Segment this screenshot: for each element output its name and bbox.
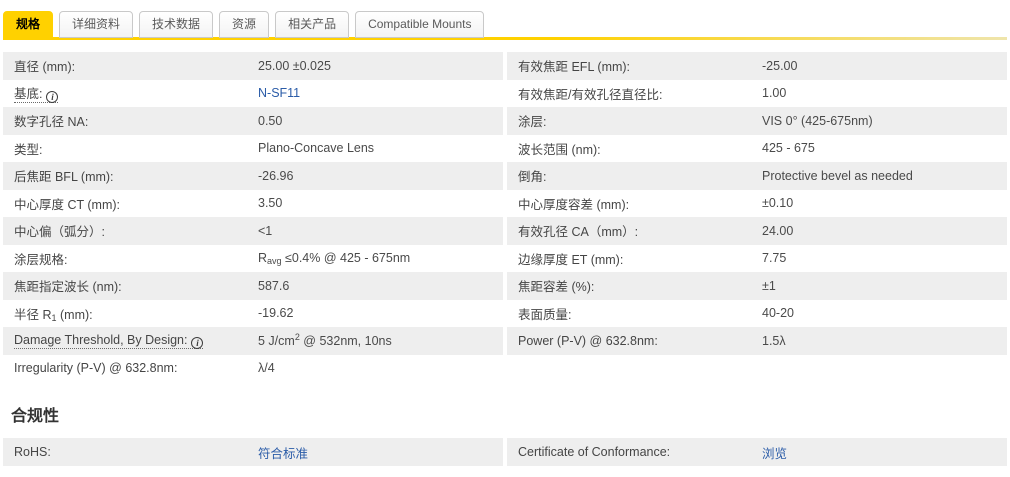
spec-value: λ/4 <box>258 361 275 376</box>
spec-value: -19.62 <box>258 306 294 321</box>
spec-label: 焦距指定波长 (nm): <box>14 280 122 295</box>
spec-label: 直径 (mm): <box>14 60 76 75</box>
spec-value: Ravg ≤0.4% @ 425 - 675nm <box>258 251 411 267</box>
spec-label: 基底: i <box>14 83 258 104</box>
info-icon[interactable]: i <box>46 91 59 104</box>
compliance-table: RoHS: 符合标准 Certificate of Conformance: 浏览 <box>3 438 1007 466</box>
spec-label: 边缘厚度 ET (mm): <box>518 252 624 267</box>
spec-row: 类型: Plano-Concave Lens 波长范围 (nm): 425 - 675 <box>3 135 1007 163</box>
spec-value: 1.00 <box>762 86 787 101</box>
spec-value: -26.96 <box>258 168 294 183</box>
spec-value: 5 J/cm2 @ 532nm, 10ns <box>258 331 392 348</box>
spec-label: 数字孔径 NA: <box>14 115 89 130</box>
spec-label: 后焦距 BFL (mm): <box>14 170 114 185</box>
spec-row: 中心厚度 CT (mm): 3.50 中心厚度容差 (mm): ±0.10 <box>3 190 1007 218</box>
tab-resources[interactable]: 资源 <box>219 11 270 38</box>
spec-value: 0.50 <box>258 113 283 128</box>
spec-row: RoHS: 符合标准 Certificate of Conformance: 浏览 <box>3 438 1007 466</box>
spec-label: 有效焦距 EFL (mm): <box>518 60 631 75</box>
spec-value-link[interactable]: N-SF11 <box>258 86 503 100</box>
spec-label: 类型: <box>14 142 43 157</box>
spec-value: VIS 0° (425-675nm) <box>762 113 873 128</box>
spec-label: Power (P-V) @ 632.8nm: <box>518 333 658 348</box>
tab-compatible-mounts[interactable]: Compatible Mounts <box>355 11 485 38</box>
spec-label: 有效孔径 CA（mm）: <box>518 225 639 240</box>
spec-label: 涂层规格: <box>14 252 68 267</box>
spec-value: 25.00 ±0.025 <box>258 58 331 73</box>
spec-label: RoHS: <box>14 445 51 459</box>
spec-row: Irregularity (P-V) @ 632.8nm: λ/4 <box>3 355 1007 383</box>
spec-label: 中心厚度 CT (mm): <box>14 197 121 212</box>
spec-row: 半径 R1 (mm): -19.62 表面质量: 40-20 <box>3 300 1007 328</box>
spec-label: 有效焦距/有效孔径直径比: <box>518 87 663 102</box>
spec-row: 涂层规格: Ravg ≤0.4% @ 425 - 675nm 边缘厚度 ET (mm… <box>3 245 1007 273</box>
spec-value: ±0.10 <box>762 196 794 211</box>
spec-row: 后焦距 BFL (mm): -26.96 倒角: Protective bevel a… <box>3 162 1007 190</box>
spec-label: 焦距容差 (%): <box>518 280 595 295</box>
spec-row: Damage Threshold, By Design: i 5 J/cm2 @ 5… <box>3 327 1007 355</box>
spec-value: 587.6 <box>258 278 290 293</box>
compliance-section-title: 合规性 <box>11 408 60 425</box>
spec-value: <1 <box>258 223 273 238</box>
tab-bar: 规格 详细资料 技术数据 资源 相关产品 Compatible Mounts <box>3 11 1007 38</box>
spec-label: 中心偏（弧分）: <box>14 225 105 240</box>
spec-row: 基底: i N-SF11 有效焦距/有效孔径直径比: 1.00 <box>3 80 1007 108</box>
spec-table: 直径 (mm): 25.00 ±0.025 有效焦距 EFL (mm): -25.00… <box>3 52 1007 382</box>
spec-row: 焦距指定波长 (nm): 587.6 焦距容差 (%): ±1 <box>3 272 1007 300</box>
spec-value: Plano-Concave Lens <box>258 141 375 156</box>
spec-label: 波长范围 (nm): <box>518 142 601 157</box>
spec-label: Irregularity (P-V) @ 632.8nm: <box>14 361 178 376</box>
spec-value: 1.5λ <box>762 333 786 348</box>
spec-value: Protective bevel as needed <box>762 168 913 183</box>
spec-label: Certificate of Conformance: <box>518 445 671 459</box>
spec-value: 24.00 <box>762 223 794 238</box>
product-spec-page: 规格 详细资料 技术数据 资源 相关产品 Compatible Mounts 直径 (mm… <box>0 0 1010 477</box>
spec-value: 40-20 <box>762 306 794 321</box>
spec-value: 7.75 <box>762 251 787 266</box>
spec-value: 3.50 <box>258 196 283 211</box>
spec-row: 数字孔径 NA: 0.50 涂层: VIS 0° (425-675nm) <box>3 107 1007 135</box>
spec-value: 425 - 675 <box>762 141 815 156</box>
tab-specs[interactable]: 规格 <box>3 11 54 38</box>
spec-label: 涂层: <box>518 115 547 130</box>
spec-label: 表面质量: <box>518 307 572 322</box>
spec-value-link[interactable]: 浏览 <box>762 443 1007 462</box>
spec-label: 倒角: <box>518 170 547 185</box>
tab-technical-data[interactable]: 技术数据 <box>139 11 214 38</box>
info-icon[interactable]: i <box>191 336 204 349</box>
empty-cell <box>507 355 1007 383</box>
spec-value: -25.00 <box>762 58 798 73</box>
spec-label: Damage Threshold, By Design: i <box>14 332 258 349</box>
tab-related-products[interactable]: 相关产品 <box>275 11 350 38</box>
spec-label: 半径 R1 (mm): <box>14 307 93 323</box>
spec-value-link[interactable]: 符合标准 <box>258 443 503 462</box>
spec-row: 中心偏（弧分）: <1 有效孔径 CA（mm）: 24.00 <box>3 217 1007 245</box>
spec-label: 中心厚度容差 (mm): <box>518 197 630 212</box>
spec-value: ±1 <box>762 278 776 293</box>
spec-row: 直径 (mm): 25.00 ±0.025 有效焦距 EFL (mm): -25.00 <box>3 52 1007 80</box>
tab-details[interactable]: 详细资料 <box>59 11 134 38</box>
